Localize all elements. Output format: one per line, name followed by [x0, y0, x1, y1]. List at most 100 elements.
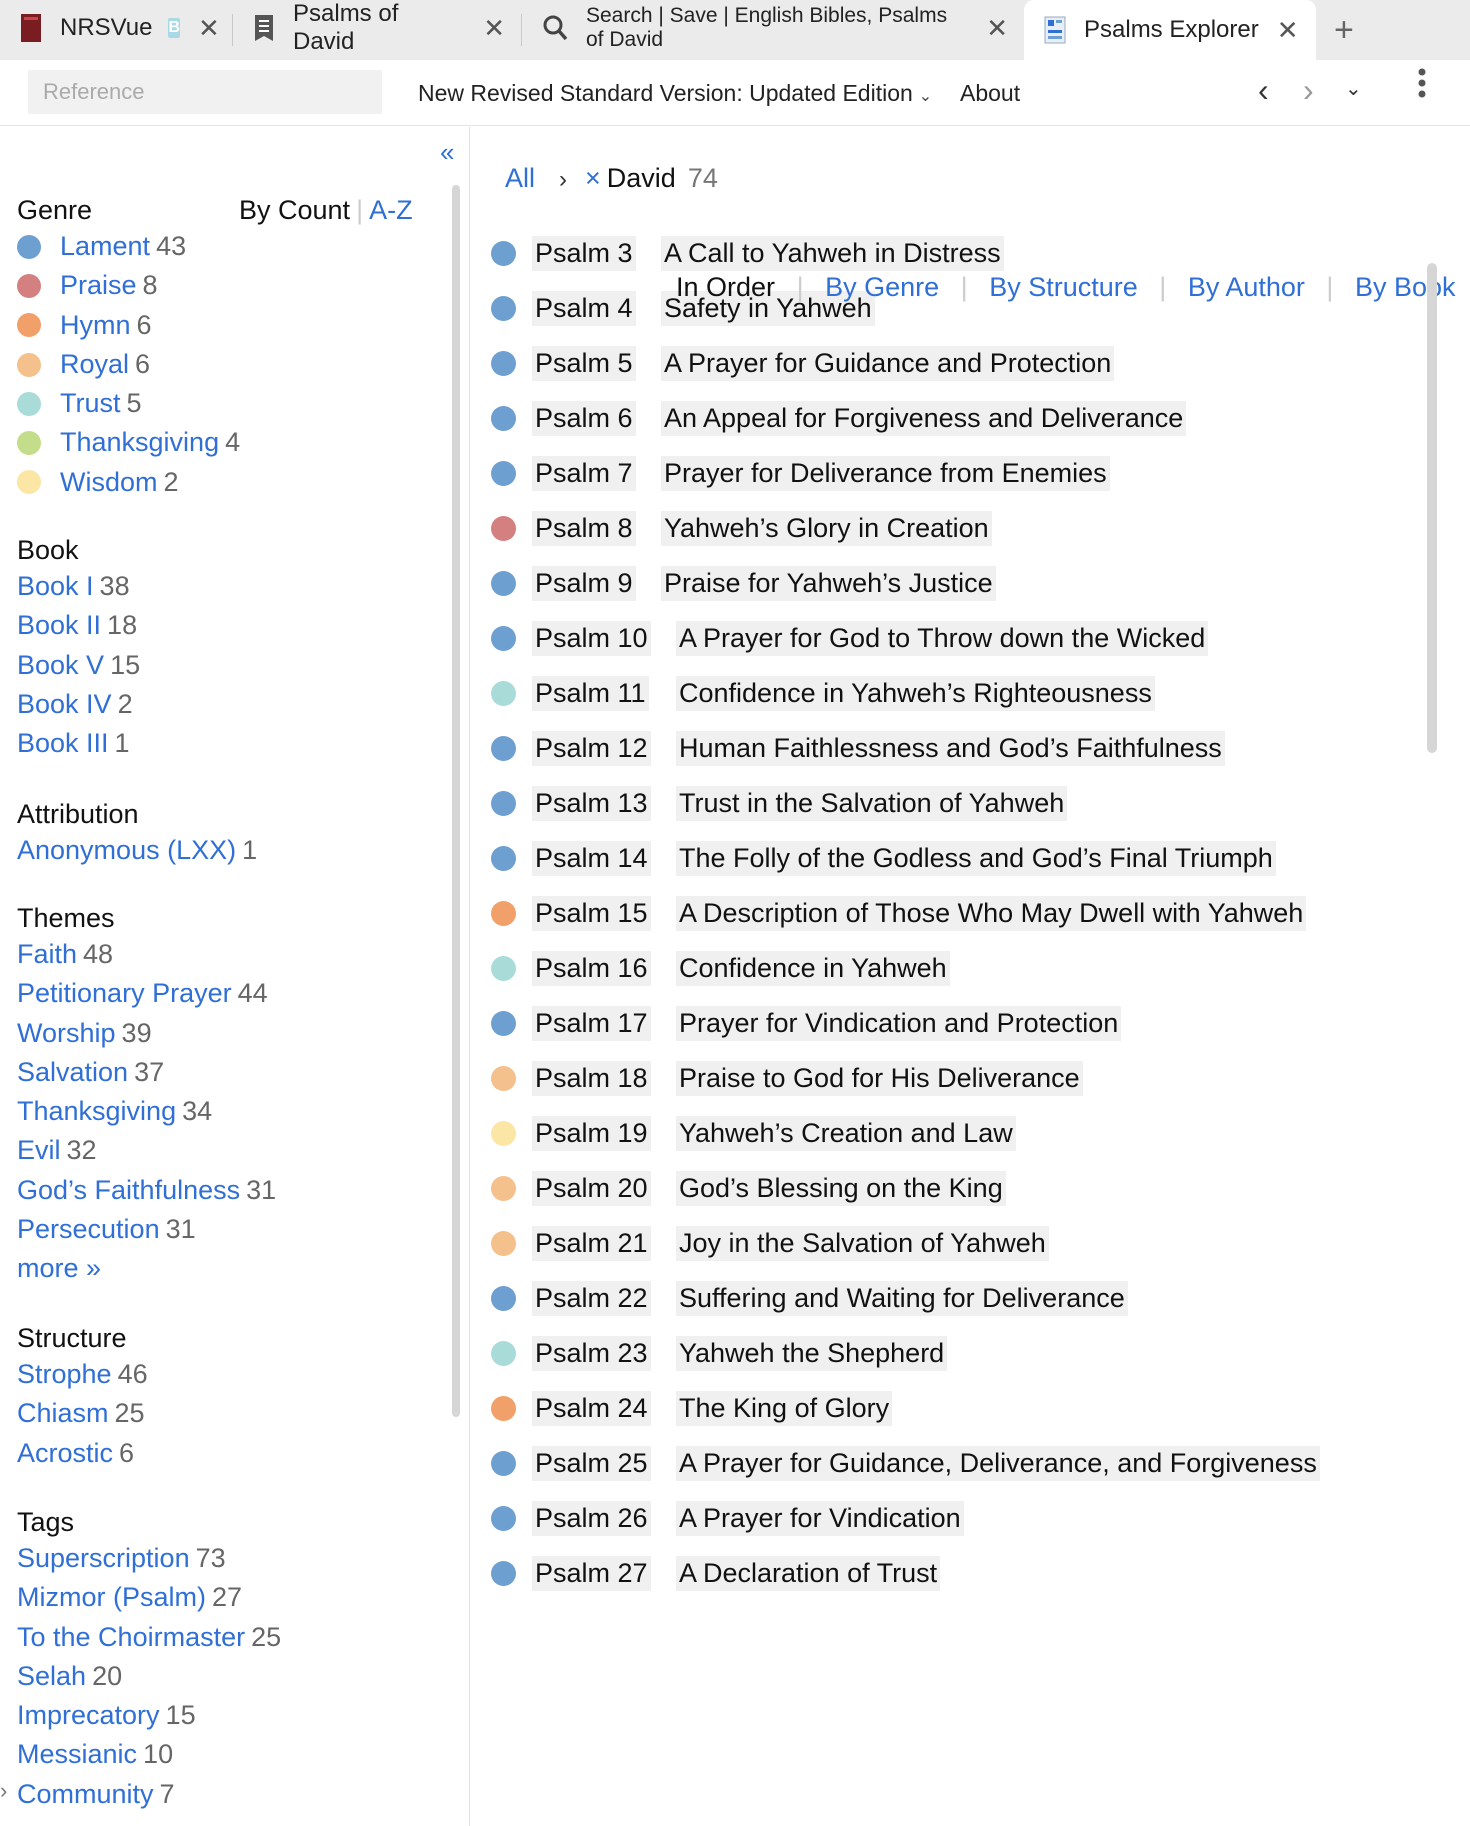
psalm-reference[interactable]: Psalm 27: [532, 1555, 651, 1591]
facet-item-label[interactable]: Evil: [17, 1131, 61, 1170]
facet-item-label[interactable]: Chiasm: [17, 1394, 109, 1433]
psalm-title[interactable]: Confidence in Yahweh’s Righteousness: [676, 675, 1155, 711]
psalm-row[interactable]: Psalm 14 The Folly of the Godless and God…: [471, 836, 1276, 880]
facet-item[interactable]: Anonymous (LXX) 1: [17, 831, 437, 870]
history-dropdown-icon[interactable]: ⌄: [1345, 76, 1362, 101]
psalm-title[interactable]: Human Faithlessness and God’s Faithfulne…: [676, 730, 1225, 766]
psalm-title[interactable]: Yahweh’s Glory in Creation: [661, 510, 992, 546]
facet-item-label[interactable]: Worship: [17, 1014, 116, 1053]
facet-item-label[interactable]: Lament: [60, 227, 150, 266]
psalm-row[interactable]: Psalm 15 A Description of Those Who May D…: [471, 891, 1307, 935]
sort-a-z[interactable]: A-Z: [369, 195, 413, 225]
psalm-reference[interactable]: Psalm 12: [532, 730, 651, 766]
facet-item-label[interactable]: Faith: [17, 935, 77, 974]
psalm-reference[interactable]: Psalm 5: [532, 345, 636, 381]
psalm-reference[interactable]: Psalm 24: [532, 1390, 651, 1426]
psalm-title[interactable]: An Appeal for Forgiveness and Deliveranc…: [661, 400, 1187, 436]
psalm-row[interactable]: Psalm 18 Praise to God for His Deliveranc…: [471, 1056, 1083, 1100]
sidebar-scrollbar[interactable]: [452, 185, 460, 1417]
psalm-reference[interactable]: Psalm 13: [532, 785, 651, 821]
facet-item[interactable]: Messianic 10: [17, 1735, 437, 1774]
view-in-order[interactable]: In Order: [676, 272, 775, 302]
main-scrollbar[interactable]: [1427, 263, 1437, 753]
psalm-reference[interactable]: Psalm 25: [532, 1445, 651, 1481]
psalm-title[interactable]: Yahweh’s Creation and Law: [676, 1115, 1016, 1151]
facet-item-label[interactable]: Wisdom: [60, 463, 158, 502]
facet-item[interactable]: Persecution 31: [17, 1210, 437, 1249]
psalm-reference[interactable]: Psalm 4: [532, 290, 636, 326]
psalm-row[interactable]: Psalm 16 Confidence in Yahweh: [471, 946, 950, 990]
psalm-reference[interactable]: Psalm 21: [532, 1225, 651, 1261]
close-icon[interactable]: ✕: [1277, 15, 1299, 46]
psalm-title[interactable]: A Prayer for Guidance, Deliverance, and …: [676, 1445, 1320, 1481]
view-by-book[interactable]: By Book: [1355, 272, 1456, 302]
themes-more-link[interactable]: more »: [17, 1249, 101, 1288]
facet-item[interactable]: Book IV 2: [17, 685, 437, 724]
psalm-title[interactable]: Joy in the Salvation of Yahweh: [676, 1225, 1049, 1261]
facet-item[interactable]: Book V 15: [17, 646, 437, 685]
psalm-row[interactable]: Psalm 17 Prayer for Vindication and Prote…: [471, 1001, 1122, 1045]
facet-item[interactable]: Book III 1: [17, 724, 437, 763]
psalm-title[interactable]: A Prayer for Vindication: [676, 1500, 964, 1536]
psalm-row[interactable]: Psalm 11 Confidence in Yahweh’s Righteous…: [471, 671, 1155, 715]
facet-item-label[interactable]: Book V: [17, 646, 104, 685]
facet-item[interactable]: Evil 32: [17, 1131, 437, 1170]
facet-item[interactable]: Thanksgiving 4: [17, 423, 437, 462]
facet-item-label[interactable]: Persecution: [17, 1210, 160, 1249]
facet-item-label[interactable]: Thanksgiving: [17, 1092, 176, 1131]
facet-item[interactable]: Worship 39: [17, 1014, 437, 1053]
facet-item[interactable]: Acrostic 6: [17, 1434, 437, 1473]
facet-item[interactable]: Book I 38: [17, 567, 437, 606]
psalm-row[interactable]: Psalm 20 God’s Blessing on the King: [471, 1166, 1006, 1210]
more-menu-icon[interactable]: [1412, 68, 1432, 98]
facet-item[interactable]: Salvation 37: [17, 1053, 437, 1092]
expand-chevron-icon[interactable]: ›: [0, 1778, 7, 1804]
psalm-title[interactable]: A Call to Yahweh in Distress: [661, 235, 1004, 271]
psalm-title[interactable]: Prayer for Deliverance from Enemies: [661, 455, 1110, 491]
psalm-row[interactable]: Psalm 12 Human Faithlessness and God’s Fa…: [471, 726, 1225, 770]
facet-item-label[interactable]: Mizmor (Psalm): [17, 1578, 206, 1617]
psalm-title[interactable]: Trust in the Salvation of Yahweh: [676, 785, 1068, 821]
version-selector[interactable]: New Revised Standard Version: Updated Ed…: [418, 80, 932, 107]
psalm-row[interactable]: Psalm 4 Safety in Yahweh: [471, 286, 875, 330]
tab-search[interactable]: Search | Save | English Bibles, Psalms o…: [522, 0, 1024, 56]
psalm-reference[interactable]: Psalm 16: [532, 950, 651, 986]
psalm-reference[interactable]: Psalm 20: [532, 1170, 651, 1206]
psalm-row[interactable]: Psalm 23 Yahweh the Shepherd: [471, 1331, 948, 1375]
psalm-row[interactable]: Psalm 27 A Declaration of Trust: [471, 1551, 941, 1595]
view-by-author[interactable]: By Author: [1188, 272, 1305, 302]
psalm-row[interactable]: Psalm 24 The King of Glory: [471, 1386, 893, 1430]
psalm-title[interactable]: The Folly of the Godless and God’s Final…: [676, 840, 1276, 876]
facet-item[interactable]: Thanksgiving 34: [17, 1092, 437, 1131]
psalm-reference[interactable]: Psalm 7: [532, 455, 636, 491]
facet-item[interactable]: Mizmor (Psalm) 27: [17, 1578, 437, 1617]
psalm-reference[interactable]: Psalm 10: [532, 620, 651, 656]
facet-item-label[interactable]: To the Choirmaster: [17, 1618, 245, 1657]
facet-item[interactable]: Wisdom 2: [17, 463, 437, 502]
psalm-reference[interactable]: Psalm 26: [532, 1500, 651, 1536]
psalm-reference[interactable]: Psalm 9: [532, 565, 636, 601]
facet-item-label[interactable]: Book I: [17, 567, 94, 606]
forward-arrow-icon[interactable]: ›: [1303, 72, 1314, 109]
facet-item[interactable]: Strophe 46: [17, 1355, 437, 1394]
psalm-row[interactable]: Psalm 21 Joy in the Salvation of Yahweh: [471, 1221, 1049, 1265]
psalm-row[interactable]: Psalm 25 A Prayer for Guidance, Deliveran…: [471, 1441, 1320, 1485]
facet-item-label[interactable]: Hymn: [60, 306, 131, 345]
new-tab-button[interactable]: +: [1334, 11, 1354, 50]
about-link[interactable]: About: [960, 80, 1020, 107]
psalm-row[interactable]: Psalm 26 A Prayer for Vindication: [471, 1496, 964, 1540]
psalm-title[interactable]: Yahweh the Shepherd: [676, 1335, 948, 1371]
facet-item-label[interactable]: Trust: [60, 384, 121, 423]
facet-item-label[interactable]: Book II: [17, 606, 101, 645]
psalm-row[interactable]: Psalm 9 Praise for Yahweh’s Justice: [471, 561, 996, 605]
facet-item-label[interactable]: Book III: [17, 724, 109, 763]
psalm-row[interactable]: Psalm 3 A Call to Yahweh in Distress: [471, 231, 1004, 275]
psalm-row[interactable]: Psalm 10 A Prayer for God to Throw down t…: [471, 616, 1209, 660]
collapse-sidebar-icon[interactable]: «: [440, 137, 454, 168]
psalm-row[interactable]: Psalm 5 A Prayer for Guidance and Protect…: [471, 341, 1115, 385]
facet-item-label[interactable]: Petitionary Prayer: [17, 974, 232, 1013]
breadcrumb-all[interactable]: All: [505, 163, 535, 193]
facet-item-label[interactable]: Praise: [60, 266, 137, 305]
facet-item[interactable]: Superscription 73: [17, 1539, 437, 1578]
facet-item-label[interactable]: Imprecatory: [17, 1696, 160, 1735]
